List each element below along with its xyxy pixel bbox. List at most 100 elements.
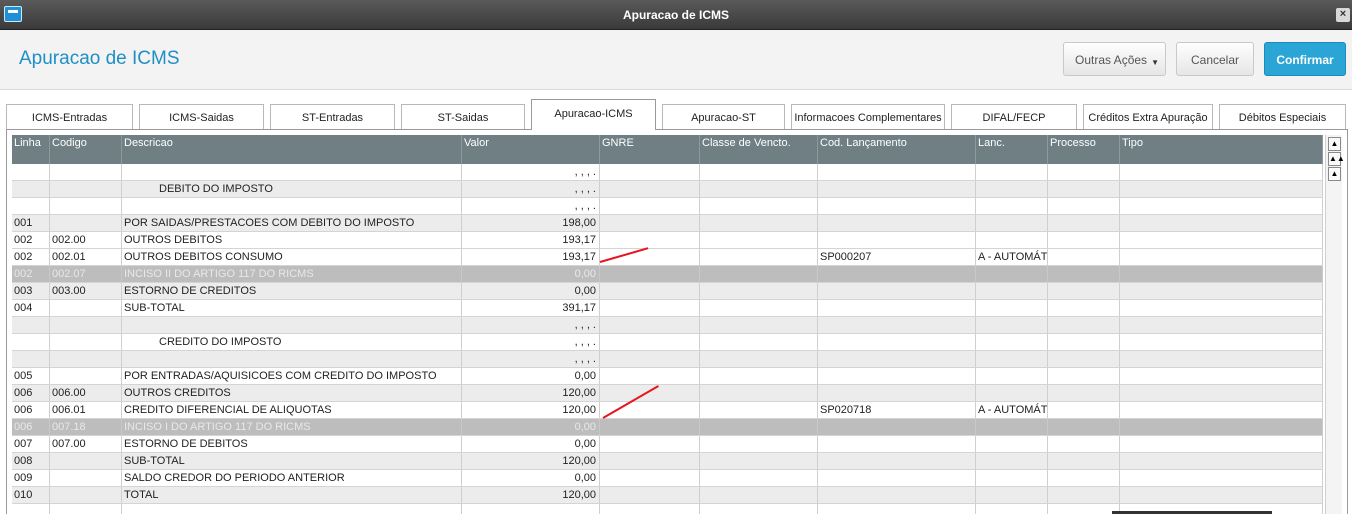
cell-valor[interactable]: , , , . — [462, 164, 600, 180]
cell-descricao[interactable]: ESTORNO DE DEBITOS — [122, 436, 462, 452]
cell-processo[interactable] — [1048, 198, 1120, 214]
cell-processo[interactable] — [1048, 453, 1120, 469]
cell-lanc[interactable] — [976, 317, 1048, 333]
cell-linha[interactable]: 002 — [12, 249, 50, 265]
cell-valor[interactable]: 120,00 — [462, 385, 600, 401]
cell-descricao[interactable] — [122, 504, 462, 514]
cell-gnre[interactable] — [600, 504, 700, 514]
cell-processo[interactable] — [1048, 317, 1120, 333]
cell-valor[interactable]: 193,17 — [462, 232, 600, 248]
cell-gnre[interactable] — [600, 317, 700, 333]
cell-tipo[interactable] — [1120, 334, 1323, 350]
cell-classe-vencto[interactable] — [700, 198, 818, 214]
cell-codigo[interactable]: 003.00 — [50, 283, 122, 299]
cell-codigo[interactable] — [50, 164, 122, 180]
table-row[interactable]: DEBITO DO IMPOSTO, , , . — [12, 181, 1323, 198]
table-row[interactable]: 002 002.01 OUTROS DEBITOS CONSUMO 193,17 SP0… — [12, 249, 1323, 266]
cell-descricao[interactable]: OUTROS DEBITOS — [122, 232, 462, 248]
cell-valor[interactable]: 0,00 — [462, 368, 600, 384]
cell-linha[interactable]: 002 — [12, 266, 50, 282]
cell-lanc[interactable] — [976, 181, 1048, 197]
cell-linha[interactable]: 004 — [12, 300, 50, 316]
cell-linha[interactable]: 005 — [12, 368, 50, 384]
cell-classe-vencto[interactable] — [700, 436, 818, 452]
cell-valor[interactable]: 198,00 — [462, 215, 600, 231]
table-row[interactable]: , , , . — [12, 351, 1323, 368]
cell-lanc[interactable] — [976, 198, 1048, 214]
cell-valor[interactable]: 391,17 — [462, 300, 600, 316]
cell-descricao[interactable]: SALDO CREDOR DO PERIODO ANTERIOR — [122, 470, 462, 486]
scroll-top-icon[interactable]: ▲ — [1328, 137, 1341, 151]
cell-processo[interactable] — [1048, 436, 1120, 452]
cell-lanc[interactable] — [976, 215, 1048, 231]
cell-classe-vencto[interactable] — [700, 453, 818, 469]
col-header-descricao[interactable]: Descricao — [122, 135, 462, 164]
cell-linha[interactable] — [12, 164, 50, 180]
table-row[interactable]: 002 002.00 OUTROS DEBITOS 193,17 — [12, 232, 1323, 249]
cell-valor[interactable]: 0,00 — [462, 419, 600, 435]
cell-descricao[interactable] — [122, 198, 462, 214]
cell-linha[interactable] — [12, 334, 50, 350]
cell-linha[interactable]: 001 — [12, 215, 50, 231]
table-row[interactable]: , , , . — [12, 198, 1323, 215]
cell-descricao[interactable] — [122, 164, 462, 180]
cell-tipo[interactable] — [1120, 402, 1323, 418]
table-row[interactable]: 008 SUB-TOTAL 120,00 — [12, 453, 1323, 470]
cell-cod-lancamento[interactable] — [818, 232, 976, 248]
cell-codigo[interactable]: 006.00 — [50, 385, 122, 401]
cell-tipo[interactable] — [1120, 385, 1323, 401]
table-row[interactable]: 002 002.07 INCISO II DO ARTIGO 117 DO RICM… — [12, 266, 1323, 283]
cell-cod-lancamento[interactable] — [818, 385, 976, 401]
cell-lanc[interactable] — [976, 232, 1048, 248]
cell-descricao[interactable]: SUB-TOTAL — [122, 300, 462, 316]
cell-processo[interactable] — [1048, 283, 1120, 299]
cell-processo[interactable] — [1048, 487, 1120, 503]
cell-cod-lancamento[interactable] — [818, 504, 976, 514]
cell-gnre[interactable] — [600, 215, 700, 231]
cell-processo[interactable] — [1048, 402, 1120, 418]
cell-codigo[interactable]: 007.18 — [50, 419, 122, 435]
cell-codigo[interactable]: 002.01 — [50, 249, 122, 265]
col-header-cod-lancamento[interactable]: Cod. Lançamento — [818, 135, 976, 164]
cell-classe-vencto[interactable] — [700, 300, 818, 316]
cell-lanc[interactable] — [976, 283, 1048, 299]
tab-creditos-extra-apuracao[interactable]: Créditos Extra Apuração — [1083, 104, 1213, 129]
more-actions-button[interactable]: Outras Ações ▼ — [1063, 42, 1166, 76]
cell-valor[interactable]: 120,00 — [462, 402, 600, 418]
cell-descricao[interactable]: TOTAL — [122, 487, 462, 503]
cell-codigo[interactable] — [50, 487, 122, 503]
table-row[interactable]: 004 SUB-TOTAL 391,17 — [12, 300, 1323, 317]
cell-descricao[interactable]: DEBITO DO IMPOSTO — [122, 181, 462, 197]
col-header-codigo[interactable]: Codigo — [50, 135, 122, 164]
cell-processo[interactable] — [1048, 351, 1120, 367]
cell-codigo[interactable] — [50, 504, 122, 514]
scroll-page-up-icon[interactable]: ▲▲ — [1328, 152, 1345, 166]
cell-tipo[interactable] — [1120, 266, 1323, 282]
cell-classe-vencto[interactable] — [700, 249, 818, 265]
cell-gnre[interactable] — [600, 232, 700, 248]
cell-classe-vencto[interactable] — [700, 385, 818, 401]
cancel-button[interactable]: Cancelar — [1176, 42, 1254, 76]
table-row[interactable]: 001 POR SAIDAS/PRESTACOES COM DEBITO DO I… — [12, 215, 1323, 232]
cell-descricao[interactable]: INCISO I DO ARTIGO 117 DO RICMS — [122, 419, 462, 435]
cell-processo[interactable] — [1048, 385, 1120, 401]
cell-classe-vencto[interactable] — [700, 164, 818, 180]
table-row[interactable]: 003 003.00 ESTORNO DE CREDITOS 0,00 — [12, 283, 1323, 300]
cell-lanc[interactable] — [976, 470, 1048, 486]
cell-tipo[interactable] — [1120, 232, 1323, 248]
cell-gnre[interactable] — [600, 419, 700, 435]
cell-descricao[interactable]: INCISO II DO ARTIGO 117 DO RICMS — [122, 266, 462, 282]
cell-classe-vencto[interactable] — [700, 283, 818, 299]
cell-processo[interactable] — [1048, 504, 1120, 514]
cell-tipo[interactable] — [1120, 300, 1323, 316]
cell-codigo[interactable]: 006.01 — [50, 402, 122, 418]
cell-linha[interactable]: 007 — [12, 436, 50, 452]
cell-lanc[interactable] — [976, 334, 1048, 350]
cell-processo[interactable] — [1048, 181, 1120, 197]
col-header-processo[interactable]: Processo — [1048, 135, 1120, 164]
cell-descricao[interactable]: CREDITO DO IMPOSTO — [122, 334, 462, 350]
cell-cod-lancamento[interactable] — [818, 470, 976, 486]
col-header-classe-vencto[interactable]: Classe de Vencto. — [700, 135, 818, 164]
table-row[interactable]: CREDITO DO IMPOSTO, , , . — [12, 334, 1323, 351]
cell-classe-vencto[interactable] — [700, 419, 818, 435]
